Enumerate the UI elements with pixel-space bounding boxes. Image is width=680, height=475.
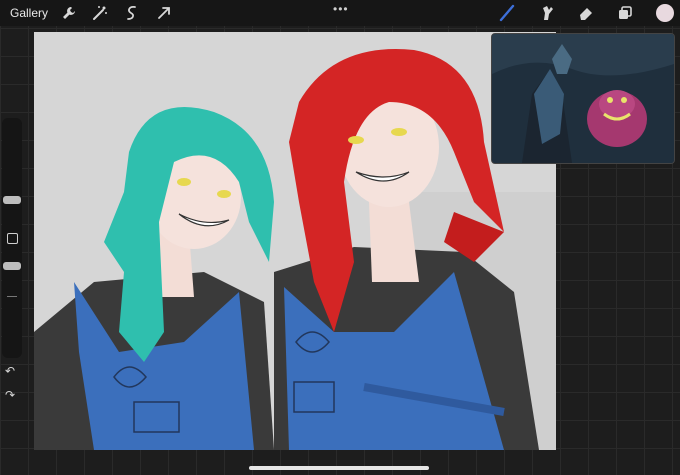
selection-icon[interactable] bbox=[123, 4, 141, 22]
opacity-slider[interactable] bbox=[3, 262, 21, 270]
gallery-button[interactable]: Gallery bbox=[10, 6, 48, 20]
actions-menu-dots[interactable]: ••• bbox=[333, 2, 349, 16]
magic-wand-icon[interactable] bbox=[91, 4, 109, 22]
drawing-canvas[interactable] bbox=[34, 32, 556, 450]
brush-icon[interactable] bbox=[498, 4, 516, 22]
top-toolbar: Gallery ••• bbox=[0, 0, 680, 26]
color-swatch-icon[interactable] bbox=[656, 4, 674, 22]
transform-arrow-icon[interactable] bbox=[155, 4, 173, 22]
brush-size-slider[interactable] bbox=[3, 196, 21, 204]
wrench-icon[interactable] bbox=[60, 4, 78, 22]
sidebar-divider bbox=[7, 296, 17, 297]
redo-icon[interactable]: ↷ bbox=[5, 388, 15, 402]
side-bar: ↶ ↷ bbox=[2, 118, 22, 402]
artwork bbox=[34, 32, 556, 450]
home-indicator[interactable] bbox=[249, 466, 429, 470]
reference-image bbox=[492, 34, 674, 163]
layers-icon[interactable] bbox=[616, 4, 634, 22]
smudge-icon[interactable] bbox=[538, 4, 556, 22]
eraser-icon[interactable] bbox=[577, 4, 595, 22]
undo-icon[interactable]: ↶ bbox=[5, 364, 15, 378]
reference-image-window[interactable] bbox=[491, 33, 675, 164]
modify-button[interactable] bbox=[7, 233, 18, 244]
